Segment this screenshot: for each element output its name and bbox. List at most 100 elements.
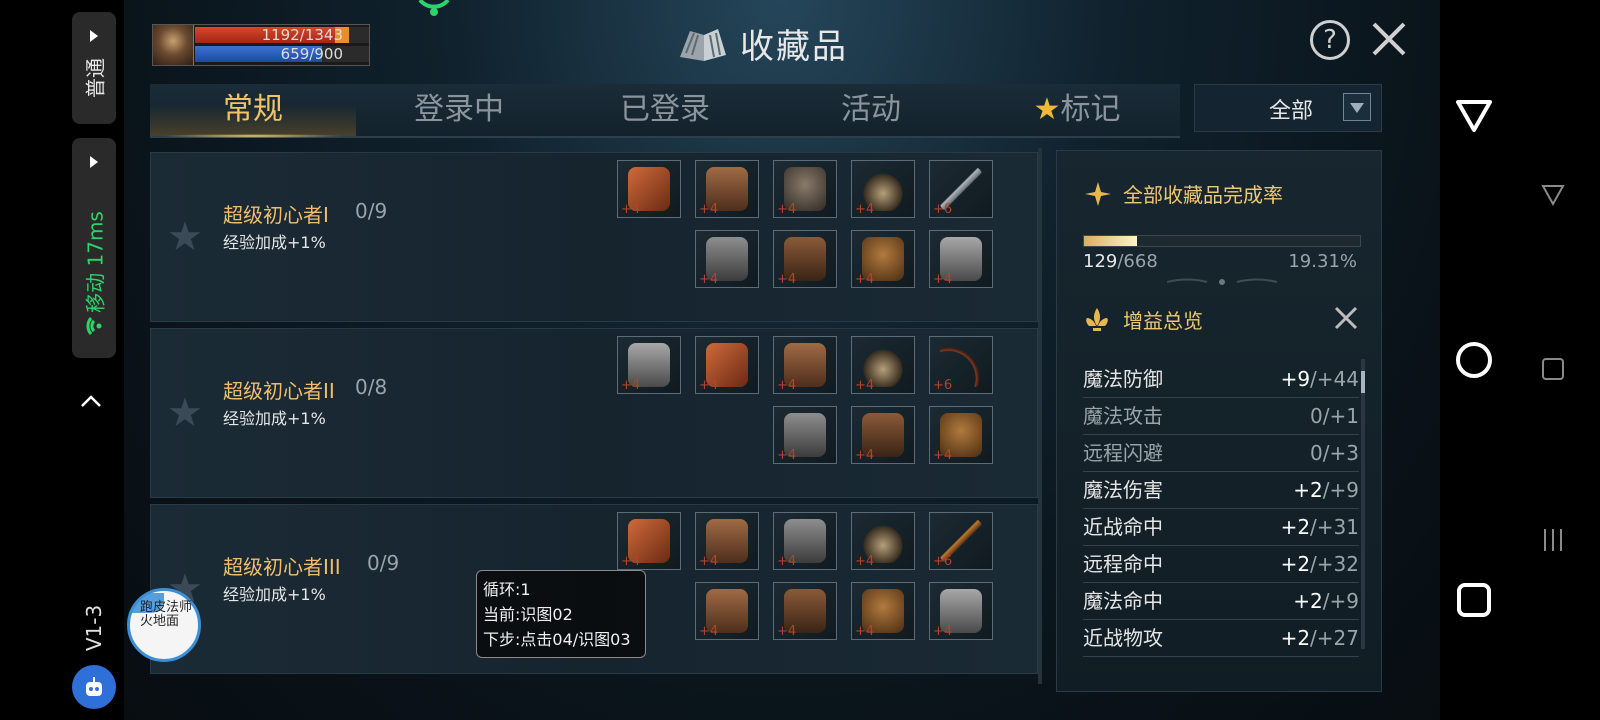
page-header: 收藏品 bbox=[676, 18, 848, 68]
item-slot[interactable]: +4 bbox=[929, 406, 993, 464]
completion-title: 全部收藏品完成率 bbox=[1123, 183, 1283, 207]
item-slot[interactable]: +6 bbox=[929, 512, 993, 570]
item-slot[interactable]: +4 bbox=[773, 406, 837, 464]
mp-bar: 659/900 bbox=[195, 45, 369, 63]
item-level: +4 bbox=[777, 554, 797, 569]
item-slot[interactable]: +4 bbox=[851, 582, 915, 640]
collection-name: 超级初心者III bbox=[223, 555, 341, 579]
buff-name: 远程命中 bbox=[1083, 552, 1163, 576]
mode-toggle[interactable]: 普通 bbox=[72, 12, 116, 124]
help-icon: ? bbox=[1323, 25, 1337, 55]
tab-general[interactable]: 常规 bbox=[150, 84, 356, 138]
item-slot[interactable]: +4 bbox=[851, 512, 915, 570]
tab-registering[interactable]: 登录中 bbox=[356, 84, 562, 136]
completion-progress-bar bbox=[1083, 235, 1361, 247]
tab-label: 标记 bbox=[1060, 92, 1121, 127]
item-slot[interactable]: +4 bbox=[695, 230, 759, 288]
item-slot[interactable]: +4 bbox=[851, 406, 915, 464]
item-slot[interactable]: +4 bbox=[617, 512, 681, 570]
item-slot[interactable]: +4 bbox=[851, 336, 915, 394]
buff-name: 魔法命中 bbox=[1083, 589, 1163, 613]
tooltip-line: 循环:1 bbox=[483, 580, 531, 599]
filter-dropdown[interactable]: 全部 bbox=[1194, 84, 1382, 132]
dropdown-arrow-icon[interactable] bbox=[1343, 93, 1371, 121]
item-level: +4 bbox=[933, 624, 953, 639]
item-level: +4 bbox=[777, 448, 797, 463]
item-slot[interactable]: +4 bbox=[695, 512, 759, 570]
page-title: 收藏品 bbox=[740, 26, 848, 67]
overview-icon[interactable] bbox=[1540, 356, 1566, 382]
home-circle-icon[interactable] bbox=[1454, 340, 1494, 380]
buff-value: +9/+44 bbox=[1280, 367, 1359, 391]
buff-scrollbar[interactable] bbox=[1361, 359, 1365, 649]
tab-label: 登录中 bbox=[414, 92, 504, 127]
buff-row: 远程闪避 0/+3 bbox=[1083, 435, 1359, 472]
buff-row: 魔法命中 +2/+9 bbox=[1083, 583, 1359, 620]
buff-value: 0/+1 bbox=[1310, 404, 1359, 428]
avatar[interactable] bbox=[153, 25, 194, 65]
buff-row: 魔法伤害 +2/+9 bbox=[1083, 472, 1359, 509]
star-icon[interactable]: ★ bbox=[167, 214, 203, 260]
item-slot[interactable]: +4 bbox=[695, 160, 759, 218]
item-slot[interactable]: +4 bbox=[617, 336, 681, 394]
buff-value: +2/+9 bbox=[1293, 478, 1359, 502]
item-slot[interactable]: +4 bbox=[773, 582, 837, 640]
back-triangle-icon[interactable] bbox=[1454, 96, 1494, 136]
close-icon[interactable] bbox=[1333, 305, 1359, 331]
tab-event[interactable]: 活动 bbox=[768, 84, 974, 136]
item-slot[interactable]: +4 bbox=[929, 582, 993, 640]
network-status[interactable]: 移动 17ms bbox=[72, 138, 116, 358]
divider-ornament bbox=[1167, 278, 1277, 285]
item-slot[interactable]: +4 bbox=[929, 230, 993, 288]
item-slot[interactable]: +4 bbox=[851, 230, 915, 288]
collection-bonus: 经验加成+1% bbox=[223, 233, 326, 252]
tab-marked[interactable]: ★标记 bbox=[974, 84, 1180, 136]
buff-value: +2/+27 bbox=[1280, 626, 1359, 650]
wifi-icon bbox=[86, 317, 102, 335]
item-level: +4 bbox=[777, 272, 797, 287]
buff-name: 远程闪避 bbox=[1083, 441, 1163, 465]
collection-row[interactable]: ★ 超级初心者II 0/8 经验加成+1% +4 +4 +4 +4 +6 +4 +4 +4 bbox=[150, 328, 1038, 498]
item-slot[interactable]: +4 bbox=[773, 512, 837, 570]
item-level: +4 bbox=[699, 272, 719, 287]
summary-panel: 全部收藏品完成率 129/668 19.31% 增益总览 魔法防御 +9/+44 魔… bbox=[1056, 150, 1382, 692]
item-slot[interactable]: +4 bbox=[773, 336, 837, 394]
back-icon[interactable] bbox=[1540, 182, 1566, 208]
item-slot[interactable]: +4 bbox=[695, 336, 759, 394]
chevron-up-icon[interactable] bbox=[80, 394, 102, 408]
play-arrow-icon bbox=[90, 156, 98, 168]
item-slot[interactable]: +4 bbox=[617, 160, 681, 218]
filter-selected: 全部 bbox=[1268, 99, 1313, 124]
collection-row[interactable]: ★ 超级初心者I 0/9 经验加成+1% +4 +4 +4 +4 +6 +4 +4 +4 +4 bbox=[150, 152, 1038, 322]
floating-script-ball[interactable]: 跑皮法师火地面 bbox=[127, 588, 201, 662]
close-button[interactable] bbox=[1370, 20, 1408, 58]
buff-row: 近战物攻 +2/+27 bbox=[1083, 620, 1359, 657]
item-level: +4 bbox=[855, 624, 875, 639]
item-level: +4 bbox=[699, 378, 719, 393]
item-slot[interactable]: +4 bbox=[851, 160, 915, 218]
list-scrollbar[interactable] bbox=[1038, 148, 1042, 684]
tab-label: 活动 bbox=[841, 92, 901, 127]
buff-list: 魔法防御 +9/+44 魔法攻击 0/+1 远程闪避 0/+3 魔法伤害 +2/+9 近战命中 +… bbox=[1083, 361, 1359, 657]
collection-bonus: 经验加成+1% bbox=[223, 409, 326, 428]
robot-icon[interactable] bbox=[72, 665, 116, 709]
item-slot[interactable]: +6 bbox=[929, 160, 993, 218]
buff-value: 0/+3 bbox=[1310, 441, 1359, 465]
buff-name: 魔法防御 bbox=[1083, 367, 1163, 391]
tab-bar: 常规 登录中 已登录 活动 ★标记 bbox=[150, 84, 1180, 138]
completion-percent: 19.31% bbox=[1288, 251, 1357, 272]
menu-lines-icon[interactable] bbox=[1540, 526, 1566, 554]
buff-scroll-thumb[interactable] bbox=[1361, 371, 1365, 393]
item-slot[interactable]: +4 bbox=[773, 160, 837, 218]
buff-value: +2/+31 bbox=[1280, 515, 1359, 539]
item-slot[interactable]: +6 bbox=[929, 336, 993, 394]
fleur-de-lis-icon bbox=[1086, 307, 1108, 331]
recents-square-icon[interactable] bbox=[1454, 580, 1494, 620]
item-slot[interactable]: +4 bbox=[773, 230, 837, 288]
total-count: /668 bbox=[1117, 251, 1158, 272]
item-slot[interactable]: +4 bbox=[695, 582, 759, 640]
help-button[interactable]: ? bbox=[1310, 20, 1350, 60]
star-icon[interactable]: ★ bbox=[167, 390, 203, 436]
item-level: +4 bbox=[933, 448, 953, 463]
tab-registered[interactable]: 已登录 bbox=[562, 84, 768, 136]
